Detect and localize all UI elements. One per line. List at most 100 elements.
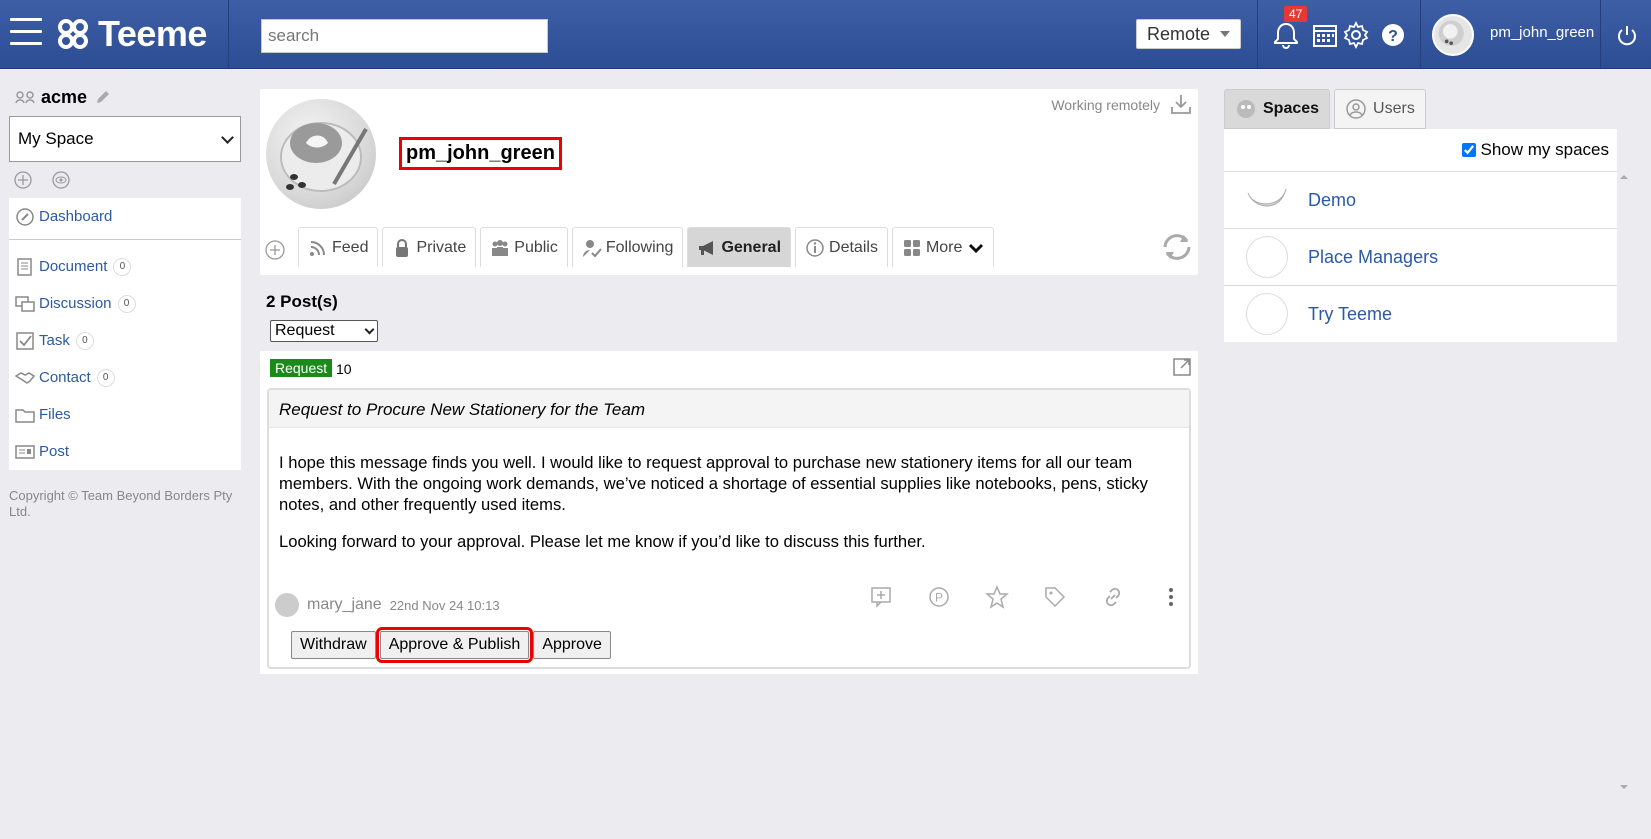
request-number: 10 — [336, 361, 352, 377]
folder-icon — [15, 408, 35, 423]
spaces-panel: Show my spaces Demo Place Managers Try T… — [1224, 129, 1617, 342]
tab-label: More — [925, 238, 963, 256]
refresh-icon[interactable] — [1160, 232, 1194, 262]
username-label[interactable]: pm_john_green — [1490, 24, 1594, 41]
sidebar-item-contact[interactable]: Contact 0 — [9, 359, 241, 396]
tab-private[interactable]: Private — [382, 227, 477, 267]
menu-icon[interactable] — [10, 18, 42, 48]
top-bar: Teeme Remote 47 ? pm_john_green — [0, 0, 1651, 69]
tab-spaces[interactable]: Spaces — [1224, 89, 1331, 129]
left-sidebar: acme My Space Dashboard Document 0 Discu… — [9, 82, 241, 520]
profile-avatar — [266, 99, 376, 209]
open-external-icon[interactable] — [1172, 357, 1192, 377]
power-icon[interactable] — [1615, 24, 1639, 48]
sidebar-item-post[interactable]: Post — [9, 433, 241, 470]
post-title: Request to Procure New Stationery for th… — [269, 390, 1189, 428]
show-my-spaces-label: Show my spaces — [1480, 140, 1610, 159]
space-link[interactable]: Try Teeme — [1308, 304, 1392, 325]
space-link[interactable]: Place Managers — [1308, 247, 1438, 268]
space-select[interactable]: My Space — [9, 116, 241, 162]
profile-header: pm_john_green Working remotely Feed Priv… — [260, 89, 1198, 275]
help-icon[interactable]: ? — [1379, 21, 1407, 49]
show-my-spaces-checkbox[interactable] — [1461, 143, 1476, 157]
copyright: Copyright © Team Beyond Borders Pty Ltd. — [9, 488, 233, 519]
sidebar-item-label: Discussion — [39, 295, 112, 312]
divider — [1257, 0, 1258, 68]
link-icon[interactable] — [1101, 585, 1125, 609]
notification-badge: 47 — [1284, 6, 1308, 22]
tag-icon[interactable] — [1043, 585, 1067, 609]
sidebar-item-files[interactable]: Files — [9, 396, 241, 433]
rss-icon — [310, 240, 325, 256]
divider — [228, 0, 229, 68]
approve-publish-button[interactable]: Approve & Publish — [375, 627, 534, 663]
tab-following[interactable]: Following — [571, 227, 684, 267]
right-tabs: Spaces Users — [1224, 89, 1617, 129]
teeme-logo-icon — [58, 19, 88, 49]
filter-value: Request — [275, 322, 335, 339]
post-meta: mary_jane 22nd Nov 24 10:13 — [275, 593, 500, 617]
scrollbar[interactable] — [1617, 173, 1631, 793]
sidebar-item-dashboard[interactable]: Dashboard — [9, 198, 241, 235]
dashboard-icon — [16, 207, 34, 226]
chevron-down-icon — [364, 324, 375, 334]
lock-icon — [396, 238, 409, 257]
post-card: Request to Procure New Stationery for th… — [267, 388, 1191, 669]
divider — [1420, 0, 1421, 68]
request-badge: Request — [270, 359, 333, 377]
calendar-icon[interactable] — [1311, 21, 1339, 49]
location-select[interactable]: Remote — [1136, 19, 1241, 49]
download-icon[interactable] — [1170, 93, 1192, 115]
sidebar-tools — [9, 162, 241, 198]
tab-users[interactable]: Users — [1334, 89, 1426, 129]
tab-label: Private — [416, 238, 467, 256]
logo-text: Teeme — [98, 13, 207, 54]
item-count: 0 — [113, 257, 132, 276]
post-paragraph: I hope this message finds you well. I wo… — [279, 453, 1148, 514]
chevron-down-icon — [221, 130, 234, 144]
eye-icon[interactable] — [51, 170, 71, 190]
megaphone-icon — [699, 240, 714, 255]
tab-details[interactable]: Details — [795, 227, 888, 267]
star-icon[interactable] — [985, 585, 1009, 609]
sidebar-item-document[interactable]: Document 0 — [9, 248, 241, 285]
item-count: 0 — [96, 368, 115, 387]
tab-label: Users — [1373, 100, 1415, 117]
sidebar-menu: Dashboard Document 0 Discussion 0 Task 0… — [9, 198, 241, 470]
add-icon[interactable] — [264, 239, 286, 261]
tab-label: Details — [829, 238, 878, 256]
approve-button[interactable]: Approve — [533, 631, 611, 659]
post-buttons: Withdraw Approve & Publish Approve — [291, 627, 611, 663]
post-date: 22nd Nov 24 10:13 — [389, 597, 500, 613]
more-vertical-icon[interactable] — [1159, 585, 1183, 609]
chevron-down-icon — [969, 243, 984, 253]
tab-more[interactable]: More — [891, 227, 995, 267]
publish-icon[interactable]: P — [927, 585, 951, 609]
space-link[interactable]: Demo — [1308, 190, 1356, 211]
divider — [9, 239, 241, 240]
search-input[interactable] — [261, 19, 548, 53]
tab-label: Public — [514, 238, 558, 256]
edit-icon[interactable] — [95, 89, 111, 105]
tab-public[interactable]: Public — [480, 227, 568, 267]
space-thumbnail — [1246, 236, 1288, 278]
user-avatar[interactable] — [1432, 14, 1474, 56]
bell-icon[interactable] — [1272, 21, 1300, 49]
tab-label: Spaces — [1263, 100, 1320, 117]
author-name[interactable]: mary_jane — [307, 596, 382, 614]
gear-icon[interactable] — [1342, 21, 1370, 49]
list-item: Try Teeme — [1224, 285, 1617, 342]
tab-feed[interactable]: Feed — [298, 227, 379, 267]
tab-general[interactable]: General — [687, 227, 792, 267]
spaces-icon — [1237, 100, 1255, 118]
sidebar-item-task[interactable]: Task 0 — [9, 322, 241, 359]
add-icon[interactable] — [13, 170, 33, 190]
withdraw-button[interactable]: Withdraw — [291, 631, 376, 659]
comment-add-icon[interactable] — [869, 585, 893, 609]
user-icon — [1346, 99, 1366, 119]
list-item: Place Managers — [1224, 228, 1617, 285]
discussion-icon — [15, 295, 35, 312]
post-type-filter[interactable]: Request — [270, 320, 378, 342]
sidebar-item-discussion[interactable]: Discussion 0 — [9, 285, 241, 322]
logo[interactable]: Teeme — [56, 12, 207, 56]
